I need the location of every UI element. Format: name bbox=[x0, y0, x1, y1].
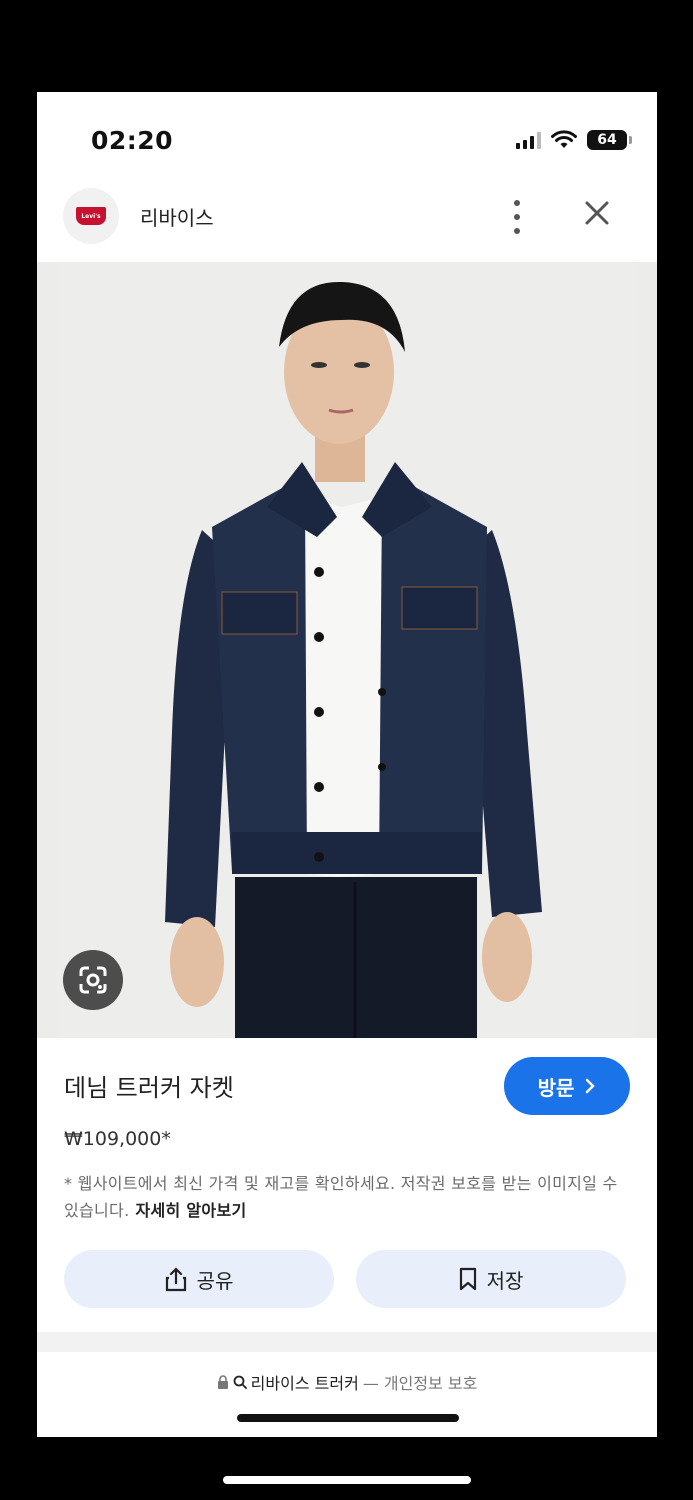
battery-indicator: 64 bbox=[587, 130, 632, 150]
jacket-photo bbox=[57, 262, 637, 1038]
share-label: 공유 bbox=[196, 1268, 234, 1293]
address-bar[interactable]: 리바이스 트러커 — 개인정보 보호 bbox=[37, 1370, 657, 1394]
product-price: ₩109,000* bbox=[64, 1128, 171, 1150]
site-header: Levi's 리바이스 bbox=[37, 188, 657, 258]
site-logo[interactable]: Levi's bbox=[63, 188, 119, 244]
google-lens-icon bbox=[79, 966, 107, 994]
more-vert-icon bbox=[514, 200, 520, 206]
learn-more-link[interactable]: 자세히 알아보기 bbox=[135, 1201, 246, 1220]
bookmark-icon bbox=[459, 1267, 476, 1291]
save-label: 저장 bbox=[486, 1268, 524, 1293]
product-title: 데님 트러커 자켓 bbox=[64, 1074, 234, 1102]
home-indicator[interactable] bbox=[237, 1414, 459, 1422]
phone-screen: 02:20 64 Levi's 리바이스 데님 트러커 자켓 방문 ₩109,0… bbox=[37, 92, 657, 1437]
share-icon bbox=[165, 1267, 186, 1292]
status-icons: 64 bbox=[516, 130, 632, 150]
levis-logo-icon: Levi's bbox=[76, 207, 106, 225]
status-time: 02:20 bbox=[91, 126, 174, 155]
more-options-button[interactable] bbox=[507, 200, 527, 234]
close-icon[interactable] bbox=[582, 198, 612, 228]
product-image[interactable] bbox=[37, 262, 657, 1038]
google-lens-button[interactable] bbox=[63, 950, 123, 1010]
lock-icon bbox=[217, 1375, 228, 1389]
visit-button[interactable]: 방문 bbox=[504, 1057, 630, 1115]
wifi-icon bbox=[551, 130, 577, 148]
divider bbox=[37, 1332, 657, 1352]
privacy-note: — 개인정보 보호 bbox=[362, 1374, 478, 1393]
site-name[interactable]: 리바이스 bbox=[140, 202, 214, 231]
share-button[interactable]: 공유 bbox=[64, 1250, 334, 1308]
signal-icon bbox=[516, 131, 541, 149]
save-button[interactable]: 저장 bbox=[356, 1250, 626, 1308]
chevron-right-icon bbox=[586, 1078, 596, 1094]
visit-label: 방문 bbox=[537, 1075, 575, 1100]
search-icon bbox=[233, 1375, 247, 1389]
outer-home-indicator bbox=[223, 1476, 471, 1484]
disclaimer: * 웹사이트에서 최신 가격 및 재고를 확인하세요. 저작권 보호를 받는 이… bbox=[64, 1170, 634, 1224]
address-query: 리바이스 트러커 bbox=[250, 1374, 359, 1393]
